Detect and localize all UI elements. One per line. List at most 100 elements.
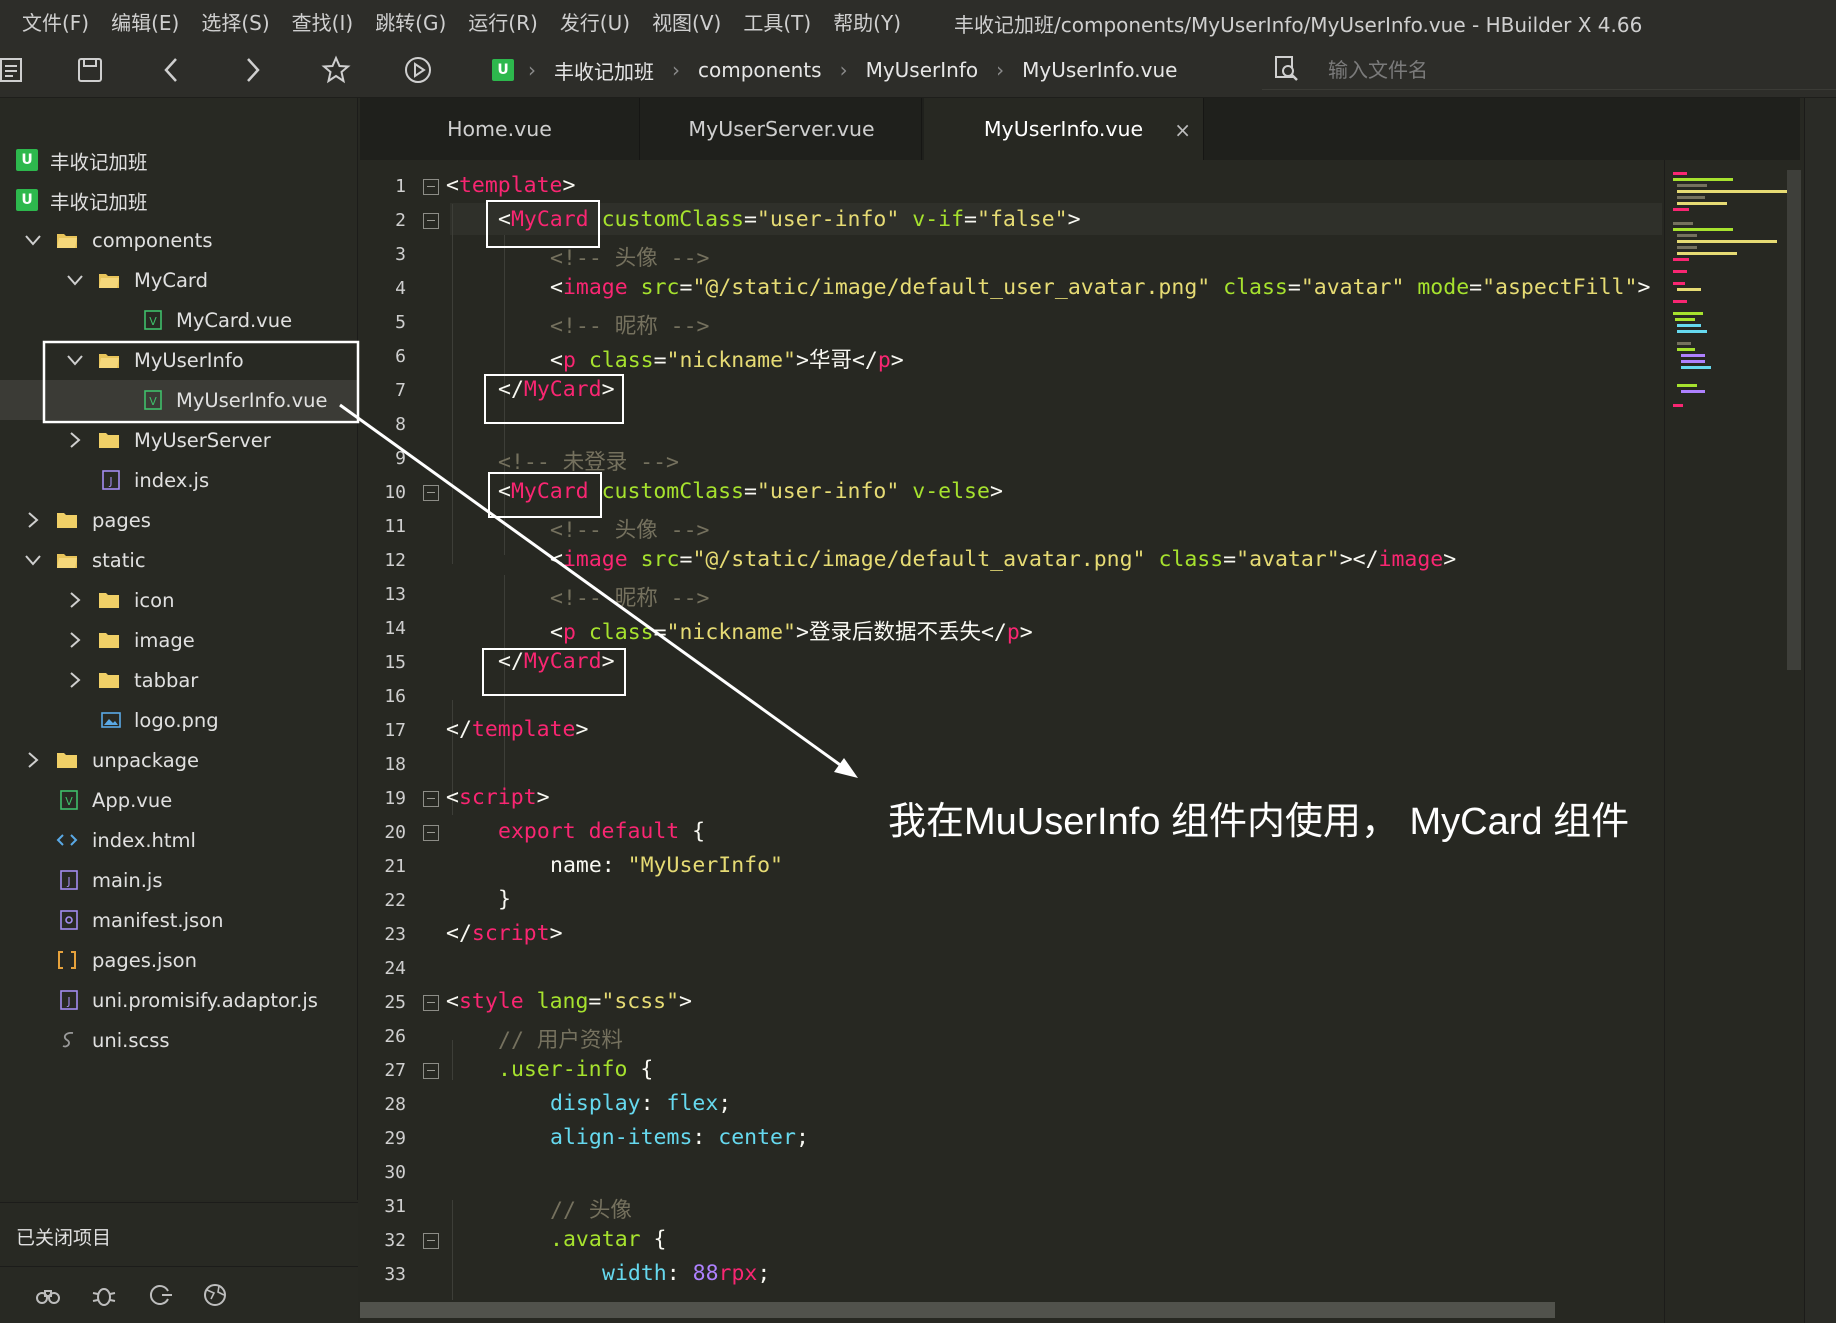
tree-item-tabbar[interactable]: tabbar [0, 660, 358, 700]
fold-toggle-icon[interactable] [423, 1063, 439, 1079]
run-icon[interactable] [400, 52, 436, 88]
menu-help[interactable]: 帮助(Y) [833, 7, 901, 36]
code-line-32: .avatar { [550, 1227, 667, 1252]
chevron-down-icon[interactable] [66, 351, 84, 369]
code-line-20: export default { [498, 819, 706, 844]
tab-myuserserver-vue[interactable]: MyUserServer.vue [642, 98, 922, 160]
folder-icon [99, 433, 119, 448]
line-number: 31 [384, 1196, 406, 1217]
code-editor[interactable]: 1 2 3 4 5 6 7 8 9 10 11 12 13 14 15 16 17 18 19 20 21 22 23 24 2… [360, 160, 1664, 1300]
back-arrow-icon[interactable] [154, 52, 190, 88]
line-number: 16 [384, 686, 406, 707]
chevron-right-icon[interactable] [66, 631, 84, 649]
tree-item-app-vue[interactable]: V App.vue [0, 780, 358, 820]
breadcrumb-file[interactable]: MyUserInfo.vue [1022, 58, 1177, 82]
chevron-right-icon[interactable] [24, 511, 42, 529]
line-number: 17 [384, 720, 406, 741]
fold-toggle-icon[interactable] [423, 995, 439, 1011]
menu-run[interactable]: 运行(R) [468, 7, 538, 36]
menu-find[interactable]: 查找(I) [292, 7, 354, 36]
star-icon[interactable] [318, 52, 354, 88]
fold-toggle-icon[interactable] [423, 825, 439, 841]
code-minimap[interactable] [1664, 160, 1804, 1323]
breadcrumb-folder[interactable]: MyUserInfo [866, 58, 979, 82]
tree-item-pages-json[interactable]: pages.json [0, 940, 358, 980]
fold-toggle-icon[interactable] [423, 213, 439, 229]
file-search-icon[interactable] [1268, 50, 1304, 86]
binoculars-icon[interactable] [34, 1281, 62, 1309]
fold-toggle-icon[interactable] [423, 179, 439, 195]
menu-publish[interactable]: 发行(U) [560, 7, 630, 36]
tree-item-mycard-vue[interactable]: V MyCard.vue [0, 300, 358, 340]
project-item[interactable]: U 丰收记加班 [0, 140, 358, 180]
menu-tools[interactable]: 工具(T) [743, 7, 811, 36]
menu-file[interactable]: 文件(F) [22, 7, 89, 36]
chevron-down-icon[interactable] [24, 231, 42, 249]
tree-item-icon[interactable]: icon [0, 580, 358, 620]
chevron-right-icon[interactable] [66, 591, 84, 609]
project-item[interactable]: U 丰收记加班 [0, 180, 358, 220]
menu-goto[interactable]: 跳转(G) [375, 7, 446, 36]
chevron-right-icon: › [996, 58, 1005, 82]
chevron-right-icon[interactable] [66, 671, 84, 689]
breadcrumb-components[interactable]: components [698, 58, 822, 82]
folder-icon [99, 673, 119, 688]
tree-item-manifest-json[interactable]: manifest.json [0, 900, 358, 940]
line-number: 25 [384, 992, 406, 1013]
tree-label: static [92, 548, 146, 572]
line-number: 33 [384, 1264, 406, 1285]
tree-item-logo-png[interactable]: logo.png [0, 700, 358, 740]
save-icon[interactable] [72, 52, 108, 88]
refresh-plug-icon[interactable] [146, 1281, 174, 1309]
editor-tabs: Home.vue MyUserServer.vue MyUserInfo.vue… [360, 98, 1800, 160]
tree-item-image[interactable]: image [0, 620, 358, 660]
tree-item-index-js[interactable]: J index.js [0, 460, 358, 500]
fold-toggle-icon[interactable] [423, 485, 439, 501]
tree-item-pages[interactable]: pages [0, 500, 358, 540]
fold-toggle-icon[interactable] [423, 1233, 439, 1249]
tree-item-uni-scss[interactable]: uni.scss [0, 1020, 358, 1060]
tab-home-vue[interactable]: Home.vue [360, 98, 640, 160]
closed-projects-section[interactable]: 已关闭项目 [0, 1202, 358, 1266]
chevron-right-icon[interactable] [24, 751, 42, 769]
tree-label: MyCard [134, 268, 208, 292]
tree-item-mycard[interactable]: MyCard [0, 260, 358, 300]
file-search-bar [1262, 50, 1836, 90]
folder-icon [57, 753, 77, 768]
tree-item-myuserinfo-vue[interactable]: V MyUserInfo.vue [0, 380, 358, 420]
chevron-down-icon[interactable] [66, 271, 84, 289]
tree-item-static[interactable]: static [0, 540, 358, 580]
js-file-icon: J [102, 470, 120, 490]
tab-myuserinfo-vue[interactable]: MyUserInfo.vue × [924, 98, 1204, 160]
vertical-scrollbar[interactable] [1787, 170, 1801, 670]
line-number: 3 [395, 244, 406, 265]
tree-item-index-html[interactable]: index.html [0, 820, 358, 860]
fold-toggle-icon[interactable] [423, 791, 439, 807]
file-search-input[interactable] [1328, 56, 1728, 84]
tree-item-myuserserver[interactable]: MyUserServer [0, 420, 358, 460]
file-outline-icon[interactable] [0, 52, 30, 88]
tree-label: MyUserInfo.vue [176, 388, 328, 412]
horizontal-scrollbar[interactable] [360, 1302, 1555, 1318]
tree-item-unpackage[interactable]: unpackage [0, 740, 358, 780]
globe-icon[interactable] [202, 1281, 230, 1309]
menu-edit[interactable]: 编辑(E) [111, 7, 179, 36]
close-icon[interactable]: × [1174, 118, 1191, 142]
code-line-13: <!-- 昵称 --> [550, 586, 710, 611]
code-line-19: <script> [446, 785, 550, 810]
chevron-down-icon[interactable] [24, 551, 42, 569]
chevron-right-icon[interactable] [66, 431, 84, 449]
menu-select[interactable]: 选择(S) [201, 7, 269, 36]
tree-item-main-js[interactable]: J main.js [0, 860, 358, 900]
highlight-box-mycard-close [482, 648, 626, 696]
tree-item-uni-promisify-js[interactable]: J uni.promisify.adaptor.js [0, 980, 358, 1020]
tree-label: pages.json [92, 948, 197, 972]
chevron-right-icon: › [672, 58, 680, 82]
line-number: 10 [384, 482, 406, 503]
tree-item-myuserinfo[interactable]: MyUserInfo [0, 340, 358, 380]
breadcrumb-project[interactable]: 丰收记加班 [554, 56, 654, 85]
menu-view[interactable]: 视图(V) [652, 7, 721, 36]
tree-item-components[interactable]: components [0, 220, 358, 260]
debug-bug-icon[interactable] [90, 1281, 118, 1309]
forward-arrow-icon[interactable] [234, 52, 270, 88]
